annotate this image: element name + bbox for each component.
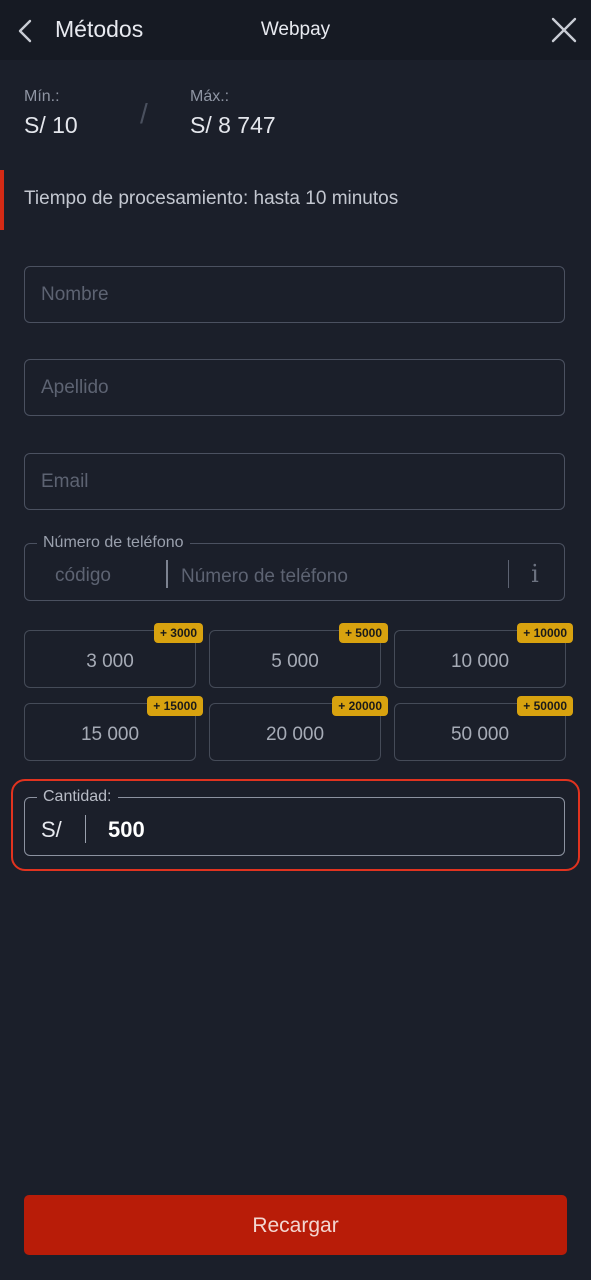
preset-amount-button[interactable]: 10 000 + 10000 xyxy=(394,623,573,688)
deposit-limits: Mín.: S/ 10 / Máx.: S/ 8 747 xyxy=(24,88,564,148)
preset-amount-button[interactable]: 20 000 + 20000 xyxy=(209,696,388,761)
preset-amount-button[interactable]: 5 000 + 5000 xyxy=(209,623,388,688)
currency-symbol: S/ xyxy=(41,817,62,842)
first-name-field[interactable] xyxy=(24,266,565,323)
processing-accent-bar xyxy=(0,170,4,230)
max-limit-value: S/ 8 747 xyxy=(190,112,276,138)
last-name-field[interactable] xyxy=(24,359,565,416)
preset-amount: 15 000 xyxy=(80,724,140,745)
bonus-badge: + 3000 xyxy=(153,623,203,643)
phone-number-input[interactable]: Número de teléfono xyxy=(181,566,348,588)
bonus-badge: + 50000 xyxy=(517,696,573,716)
email-field[interactable] xyxy=(24,453,565,510)
bonus-badge: + 5000 xyxy=(338,623,388,643)
processing-time-text: Tiempo de procesamiento: hasta 10 minuto… xyxy=(24,188,399,209)
phone-code-input[interactable]: código xyxy=(55,565,111,587)
email-input[interactable] xyxy=(25,454,564,509)
min-limit-value: S/ 10 xyxy=(24,112,78,138)
bonus-badge: + 20000 xyxy=(332,696,388,716)
preset-amount-button[interactable]: 3 000 + 3000 xyxy=(24,623,203,688)
back-to-methods-link[interactable]: Métodos xyxy=(55,16,143,43)
top-bar: Métodos Webpay xyxy=(0,0,591,60)
preset-amount-button[interactable]: 50 000 + 50000 xyxy=(394,696,573,761)
amount-input[interactable]: 500 xyxy=(108,817,145,843)
phone-field[interactable]: Número de teléfono código Número de telé… xyxy=(24,534,565,601)
limits-separator: / xyxy=(140,98,148,129)
close-icon[interactable] xyxy=(551,17,577,43)
preset-amount: 20 000 xyxy=(265,724,325,745)
first-name-input[interactable] xyxy=(25,267,564,322)
bonus-badge: + 15000 xyxy=(147,696,203,716)
min-limit-label: Mín.: xyxy=(24,88,60,105)
preset-amount-button[interactable]: 15 000 + 15000 xyxy=(24,696,203,761)
info-icon[interactable]: i xyxy=(525,560,545,590)
max-limit-label: Máx.: xyxy=(190,88,230,105)
recharge-button[interactable]: Recargar xyxy=(24,1195,567,1255)
phone-divider xyxy=(508,560,509,588)
preset-amount: 5 000 xyxy=(271,651,319,672)
bonus-badge: + 10000 xyxy=(517,623,573,643)
min-limit: Mín.: S/ 10 xyxy=(24,88,78,139)
phone-field-legend: Número de teléfono xyxy=(37,534,190,552)
phone-divider xyxy=(166,560,168,588)
max-limit: Máx.: S/ 8 747 xyxy=(190,88,276,139)
preset-amount: 3 000 xyxy=(86,651,134,672)
preset-amount: 50 000 xyxy=(450,724,510,745)
amount-field[interactable]: Cantidad: S/ 500 xyxy=(24,788,565,856)
preset-amount: 10 000 xyxy=(450,651,510,672)
chevron-left-icon[interactable] xyxy=(14,18,38,44)
last-name-input[interactable] xyxy=(25,360,564,415)
amount-field-legend: Cantidad: xyxy=(37,788,118,806)
amount-divider xyxy=(85,815,86,843)
